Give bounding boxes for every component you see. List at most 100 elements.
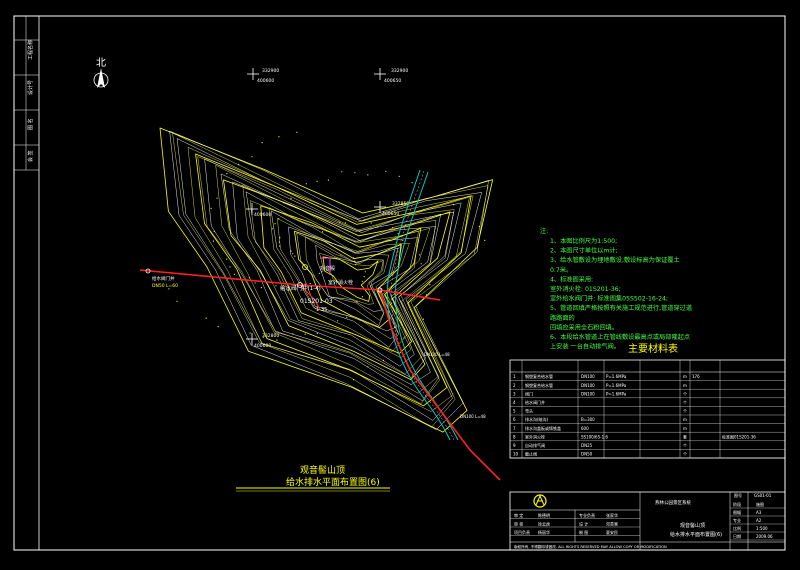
- spot-elevation: [425, 294, 428, 296]
- note-line: 4、标准图采用:: [550, 275, 593, 283]
- tb-meta-value: 施图: [756, 501, 764, 507]
- spot-elevation: [340, 254, 342, 256]
- contour-line: [245, 191, 436, 367]
- materials-cell: 套: [683, 433, 687, 439]
- materials-cell: 截止阀: [525, 451, 537, 457]
- tb-meta-label: 图幅: [733, 509, 741, 515]
- note-line: 1、本图比例尺为1:500;: [550, 237, 617, 245]
- drawing-title: 观音髻山顶 给水排水平面布置图(6): [236, 464, 390, 492]
- spot-elevation: [248, 277, 250, 279]
- spot-elevation: [283, 202, 285, 204]
- tb-role: 审 核: [514, 521, 523, 527]
- spot-elevation: [304, 333, 306, 335]
- drawing-title-line2: 给水排水平面布置图(6): [286, 476, 380, 488]
- label-lower-pipe: DN100 L=48: [460, 414, 486, 419]
- note-line: 室外给水阀门井: 标准图集05S502-16-24;: [550, 295, 668, 303]
- spot-elevation: [316, 180, 318, 182]
- spot-elevation: [370, 222, 372, 224]
- spot-elevation: [453, 204, 455, 206]
- materials-cell: P=1.6MPa: [606, 374, 627, 379]
- north-arrow-icon: [97, 68, 105, 88]
- spot-elevation: [398, 175, 400, 177]
- title-block-footer: 版权所有, 不得翻印或做改. ALL RIGHTS RESERVED MAY A…: [514, 544, 667, 549]
- label-std-sub: 1-35: [316, 307, 327, 313]
- materials-cell: 弯头: [525, 408, 533, 414]
- spot-elevation: [338, 221, 341, 223]
- north-label: 北: [96, 57, 106, 69]
- tb-meta-label: 日期: [733, 533, 741, 539]
- drawing-title-line1: 观音髻山顶: [300, 464, 345, 476]
- spot-elevation: [402, 239, 404, 241]
- spot-elevation: [355, 264, 357, 266]
- tb-person: 杨丽华: [538, 529, 550, 535]
- company-name: 燕林公园景区系统: [655, 499, 691, 506]
- notes-heading: 注:: [540, 227, 548, 235]
- side-stamp-3: 会 签: [27, 150, 34, 162]
- materials-cell: P=1.6MPa: [606, 383, 627, 388]
- tb-meta-value: 1:500: [756, 526, 768, 531]
- spot-elevation: [346, 316, 348, 318]
- label-hydrant: 室外消火栓: [328, 279, 353, 286]
- label-valve-center: 给水阀门井(1-4): [280, 284, 321, 292]
- spot-elevation: [363, 219, 366, 221]
- note-line: 回填应采用全石粉回填。: [550, 323, 618, 331]
- spot-elevation: [367, 174, 369, 176]
- materials-table: 1 钢塑复合给水管 DN100 P=1.6MPa m 176 2 钢塑复合给水管 DN100 P=…: [509, 359, 786, 459]
- contour-map: [159, 127, 494, 433]
- materials-cell: 9: [513, 443, 516, 448]
- spot-elevation: [353, 379, 355, 381]
- tb-meta-value: 2009.06: [756, 534, 773, 539]
- tb-person: 夏安民: [606, 529, 618, 535]
- spot-elevation: [361, 280, 363, 282]
- coord-tl-y: 400600: [257, 78, 274, 84]
- spot-elevation: [271, 228, 273, 230]
- spot-elevation: [279, 237, 281, 239]
- materials-cell: 176: [692, 374, 700, 379]
- tb-person: 陈德明: [538, 512, 550, 518]
- materials-cell: 自动排气阀: [525, 442, 545, 448]
- materials-cell: 4: [513, 400, 516, 405]
- materials-cell: 6: [513, 417, 516, 422]
- materials-cell: DN25: [581, 443, 593, 448]
- spot-elevation: [321, 231, 324, 233]
- materials-cell: 个: [683, 443, 687, 448]
- spot-elevation: [292, 333, 294, 335]
- spot-elevation: [327, 179, 329, 181]
- spot-elevation: [363, 276, 365, 278]
- spot-elevation: [292, 253, 294, 255]
- spot-elevation: [413, 328, 416, 330]
- note-line: 室外消火栓: 01S201-36;: [550, 285, 621, 293]
- spot-elevation: [442, 193, 445, 195]
- tb-person: 邓贵果: [606, 521, 618, 527]
- tb-role: 制 图: [579, 529, 588, 535]
- spot-elevation: [278, 218, 280, 220]
- label-right-pipe: DN100 L=48: [424, 352, 450, 357]
- spot-elevation: [260, 287, 263, 289]
- spot-elevation: [420, 263, 422, 265]
- label-pipe-spec: DN50 L=60: [152, 283, 178, 289]
- spot-elevation: [403, 337, 405, 339]
- inner-border: [38, 15, 786, 551]
- spot-elevation: [176, 300, 178, 302]
- spot-elevation: [217, 326, 219, 328]
- north-arrow: 北: [93, 57, 109, 88]
- materials-cell: 3: [513, 391, 516, 396]
- spot-elevation: [212, 240, 214, 242]
- materials-cell: 个: [683, 452, 687, 457]
- label-building: 观音殿: [320, 265, 335, 272]
- note-line: 上安装 一台自动排气阀。: [550, 343, 620, 351]
- spot-elevation: [278, 136, 280, 138]
- side-stamp-2: 图 名: [27, 118, 34, 130]
- materials-cell: 2: [513, 383, 516, 388]
- spot-elevation: [385, 170, 387, 172]
- design-notes: 注: 1、本图比例尺为1:500; 2、本图尺寸单位以m计;3、给水管敷设为埋地敷…: [540, 227, 692, 351]
- spot-elevation: [316, 332, 318, 334]
- spot-elevation: [367, 366, 369, 368]
- tb-meta-label: 比例: [733, 525, 741, 531]
- coord-tr-x: 332900: [391, 68, 408, 74]
- materials-cell: DN100: [581, 374, 595, 379]
- spot-elevation: [290, 197, 292, 199]
- materials-cell: SS100/65-1.6: [581, 434, 608, 439]
- spot-elevation: [229, 266, 231, 268]
- materials-cell: m: [683, 417, 687, 422]
